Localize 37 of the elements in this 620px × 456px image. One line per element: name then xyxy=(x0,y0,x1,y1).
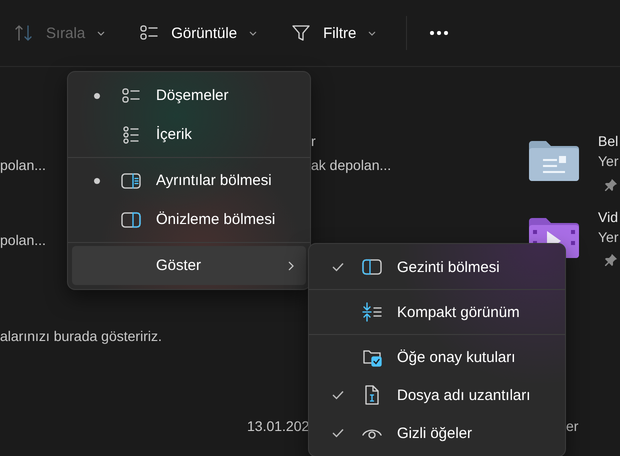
menu-item[interactable]: Öğe onay kutuları xyxy=(313,338,561,376)
menu-item[interactable]: Döşemeler xyxy=(72,76,306,115)
menu-item[interactable]: İçerik xyxy=(72,115,306,154)
date-text: 13.01.202 xyxy=(247,418,310,434)
toolbar-button[interactable]: Filtre xyxy=(283,16,384,50)
sort-icon xyxy=(14,23,34,43)
menu-item[interactable]: Önizleme bölmesi xyxy=(72,200,306,239)
folder-detail: Yer xyxy=(598,229,619,245)
menu-item[interactable]: Gezinti bölmesi xyxy=(313,248,561,286)
tiles-icon xyxy=(121,86,141,106)
file-detail: ak depolan... xyxy=(311,157,392,173)
file-name: r xyxy=(311,133,316,149)
navigation-pane-icon xyxy=(362,257,382,277)
folder-name: Bel xyxy=(598,133,618,149)
filter-icon xyxy=(291,23,312,43)
chevron-right-icon xyxy=(288,260,294,270)
menu-item[interactable]: Kompakt görünüm xyxy=(313,293,561,331)
caret-icon xyxy=(368,30,376,36)
compact-icon xyxy=(362,302,382,322)
file-detail: polan... xyxy=(0,232,46,248)
file-detail: er xyxy=(566,418,578,434)
menu-item[interactable]: Dosya adı uzantıları xyxy=(313,376,561,414)
preview-pane-icon xyxy=(121,210,141,230)
folder-name: Vid xyxy=(598,209,618,225)
empty-message: alarınızı burada gösteririz. xyxy=(0,328,162,344)
caret-icon xyxy=(97,30,106,36)
menu-item[interactable]: Gizli öğeler xyxy=(313,414,561,452)
file-detail: polan... xyxy=(0,157,46,173)
caret-icon xyxy=(249,30,258,36)
menu-item[interactable]: Ayrıntılar bölmesi xyxy=(72,161,306,200)
more-icon xyxy=(429,30,450,36)
toolbar-button[interactable]: Görüntüle xyxy=(131,16,266,50)
list-icon xyxy=(121,124,141,144)
details-pane-icon xyxy=(121,170,141,190)
folder-detail: Yer xyxy=(598,153,619,169)
menu-item[interactable]: Göster xyxy=(72,246,306,285)
documents-folder-icon xyxy=(527,140,581,182)
